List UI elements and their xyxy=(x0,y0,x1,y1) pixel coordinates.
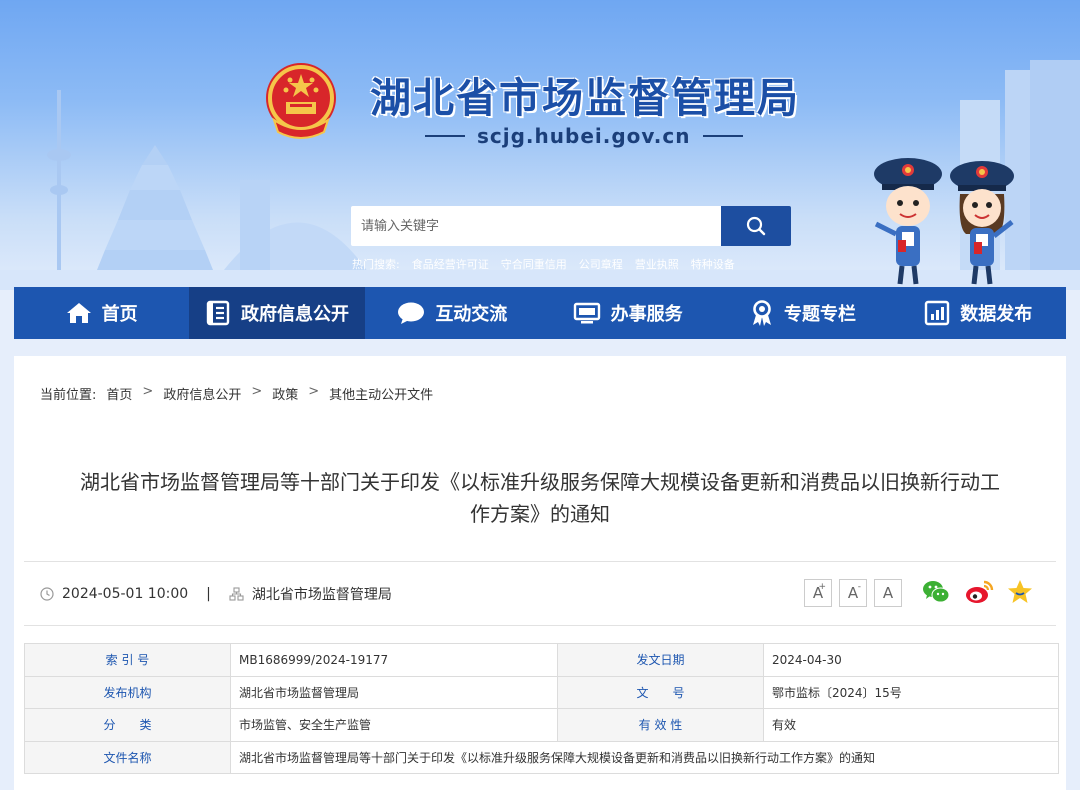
article-title-line: 作方案》的通知 xyxy=(470,502,610,526)
nav-item-gov-info[interactable]: 政府信息公开 xyxy=(189,287,365,339)
site-domain-text: scjg.hubei.gov.cn xyxy=(477,124,691,148)
article-title-line: 湖北省市场监督管理局等十部门关于印发《以标准升级服务保障大规模设备更新和消费品以… xyxy=(80,470,1000,494)
hot-keyword[interactable]: 营业执照 xyxy=(635,256,679,272)
font-reset-button[interactable]: A xyxy=(874,579,902,607)
organization-icon xyxy=(229,587,244,601)
document-info-table: 索 引 号 MB1686999/2024-19177 发文日期 2024-04-… xyxy=(24,643,1059,774)
nav-item-interaction[interactable]: 互动交流 xyxy=(365,287,540,339)
wechat-share-button[interactable] xyxy=(922,578,950,606)
publish-date: 2024-05-01 10:00 xyxy=(62,586,189,602)
table-label: 文 号 xyxy=(557,675,764,709)
monitor-icon xyxy=(573,302,600,324)
hot-keyword[interactable]: 守合同重信用 xyxy=(501,256,567,272)
breadcrumb-separator: > xyxy=(308,384,320,399)
hot-keyword[interactable]: 食品经营许可证 xyxy=(412,256,489,272)
breadcrumb-link-policy[interactable]: 政策 xyxy=(272,384,298,403)
nav-item-home[interactable]: 首页 xyxy=(14,287,189,339)
search-box xyxy=(351,206,791,246)
share-buttons xyxy=(922,578,1034,606)
decorative-line xyxy=(702,135,743,137)
breadcrumb-link-other-files[interactable]: 其他主动公开文件 xyxy=(329,384,433,403)
font-smaller-label: A xyxy=(847,584,859,602)
table-label: 分 类 xyxy=(24,708,231,742)
font-smaller-sup: - xyxy=(857,582,861,592)
home-icon xyxy=(66,303,91,323)
font-larger-button[interactable]: A + xyxy=(804,579,832,607)
document-list-icon xyxy=(206,300,230,326)
breadcrumb: 当前位置: 首页 > 政府信息公开 > 政策 > 其他主动公开文件 xyxy=(40,384,433,403)
hot-search-label: 热门搜索: xyxy=(352,258,400,271)
national-emblem-icon xyxy=(266,63,336,139)
divider xyxy=(24,625,1056,626)
table-label: 文件名称 xyxy=(24,740,231,774)
nav-item-label: 办事服务 xyxy=(610,304,683,325)
article-title: 湖北省市场监督管理局等十部门关于印发《以标准升级服务保障大规模设备更新和消费品以… xyxy=(44,466,1036,530)
table-row: 文件名称 湖北省市场监督管理局等十部门关于印发《以标准升级服务保障大规模设备更新… xyxy=(24,740,1059,774)
table-value: 有效 xyxy=(763,708,1059,742)
nav-item-label: 首页 xyxy=(101,304,138,325)
table-label: 索 引 号 xyxy=(24,643,231,677)
content-card: 当前位置: 首页 > 政府信息公开 > 政策 > 其他主动公开文件 湖北省市场监… xyxy=(14,356,1066,790)
table-value: MB1686999/2024-19177 xyxy=(230,643,558,677)
site-header: 湖北省市场监督管理局 scjg.hubei.gov.cn 热门搜索: 食品经营许… xyxy=(0,0,1080,290)
decorative-line xyxy=(425,135,465,137)
weibo-share-button[interactable] xyxy=(964,578,994,606)
breadcrumb-link-home[interactable]: 首页 xyxy=(106,384,132,403)
table-row: 发布机构 湖北省市场监督管理局 文 号 鄂市监标〔2024〕15号 xyxy=(24,675,1059,709)
table-value: 鄂市监标〔2024〕15号 xyxy=(763,675,1059,709)
publish-source: 湖北省市场监督管理局 xyxy=(251,587,392,603)
site-title: 湖北省市场监督管理局 xyxy=(370,74,800,122)
meta-separator: | xyxy=(206,586,211,602)
nav-item-topics[interactable]: 专题专栏 xyxy=(715,287,890,339)
main-nav: 首页 政府信息公开 互动交流 办事服务 专题专栏 数据发布 xyxy=(14,287,1066,339)
star-icon xyxy=(1008,580,1032,603)
font-larger-sup: + xyxy=(818,582,826,592)
table-value: 2024-04-30 xyxy=(763,643,1059,677)
search-input[interactable] xyxy=(351,206,721,246)
award-ribbon-icon xyxy=(752,300,771,326)
site-domain: scjg.hubei.gov.cn xyxy=(425,124,745,148)
font-smaller-button[interactable]: A - xyxy=(839,579,867,607)
nav-item-label: 专题专栏 xyxy=(783,304,856,325)
hot-keyword[interactable]: 特种设备 xyxy=(691,256,735,272)
favorite-button[interactable] xyxy=(1006,578,1034,606)
table-label: 发文日期 xyxy=(557,643,764,677)
table-label: 有 效 性 xyxy=(557,708,764,742)
table-value: 湖北省市场监督管理局等十部门关于印发《以标准升级服务保障大规模设备更新和消费品以… xyxy=(230,740,1059,774)
table-value: 市场监管、安全生产监管 xyxy=(230,708,558,742)
table-label: 发布机构 xyxy=(24,675,231,709)
nav-item-services[interactable]: 办事服务 xyxy=(540,287,715,339)
nav-item-label: 数据发布 xyxy=(960,304,1033,325)
wechat-icon xyxy=(923,581,950,603)
hot-keyword[interactable]: 公司章程 xyxy=(579,256,623,272)
breadcrumb-separator: > xyxy=(142,384,154,399)
table-row: 索 引 号 MB1686999/2024-19177 发文日期 2024-04-… xyxy=(24,643,1059,677)
nav-item-label: 政府信息公开 xyxy=(240,304,349,325)
bar-chart-icon xyxy=(925,300,950,326)
nav-item-data[interactable]: 数据发布 xyxy=(891,287,1066,339)
font-size-controls: A + A - A xyxy=(804,579,902,607)
article-meta: 2024-05-01 10:00 | 湖北省市场监督管理局 xyxy=(40,584,392,604)
breadcrumb-link-gov-info[interactable]: 政府信息公开 xyxy=(163,384,241,403)
mascot-illustration xyxy=(874,158,1014,285)
search-button[interactable] xyxy=(721,206,791,246)
clock-icon xyxy=(40,587,54,601)
chat-bubble-icon xyxy=(398,302,425,324)
nav-item-label: 互动交流 xyxy=(435,304,508,325)
hot-search: 热门搜索: 食品经营许可证 守合同重信用 公司章程 营业执照 特种设备 xyxy=(352,256,735,272)
table-value: 湖北省市场监督管理局 xyxy=(230,675,558,709)
breadcrumb-separator: > xyxy=(251,384,263,399)
divider xyxy=(24,561,1056,562)
table-row: 分 类 市场监管、安全生产监管 有 效 性 有效 xyxy=(24,708,1059,742)
search-icon xyxy=(746,216,766,236)
weibo-icon xyxy=(966,580,994,603)
font-reset-label: A xyxy=(882,584,894,602)
breadcrumb-label: 当前位置: xyxy=(40,388,97,403)
